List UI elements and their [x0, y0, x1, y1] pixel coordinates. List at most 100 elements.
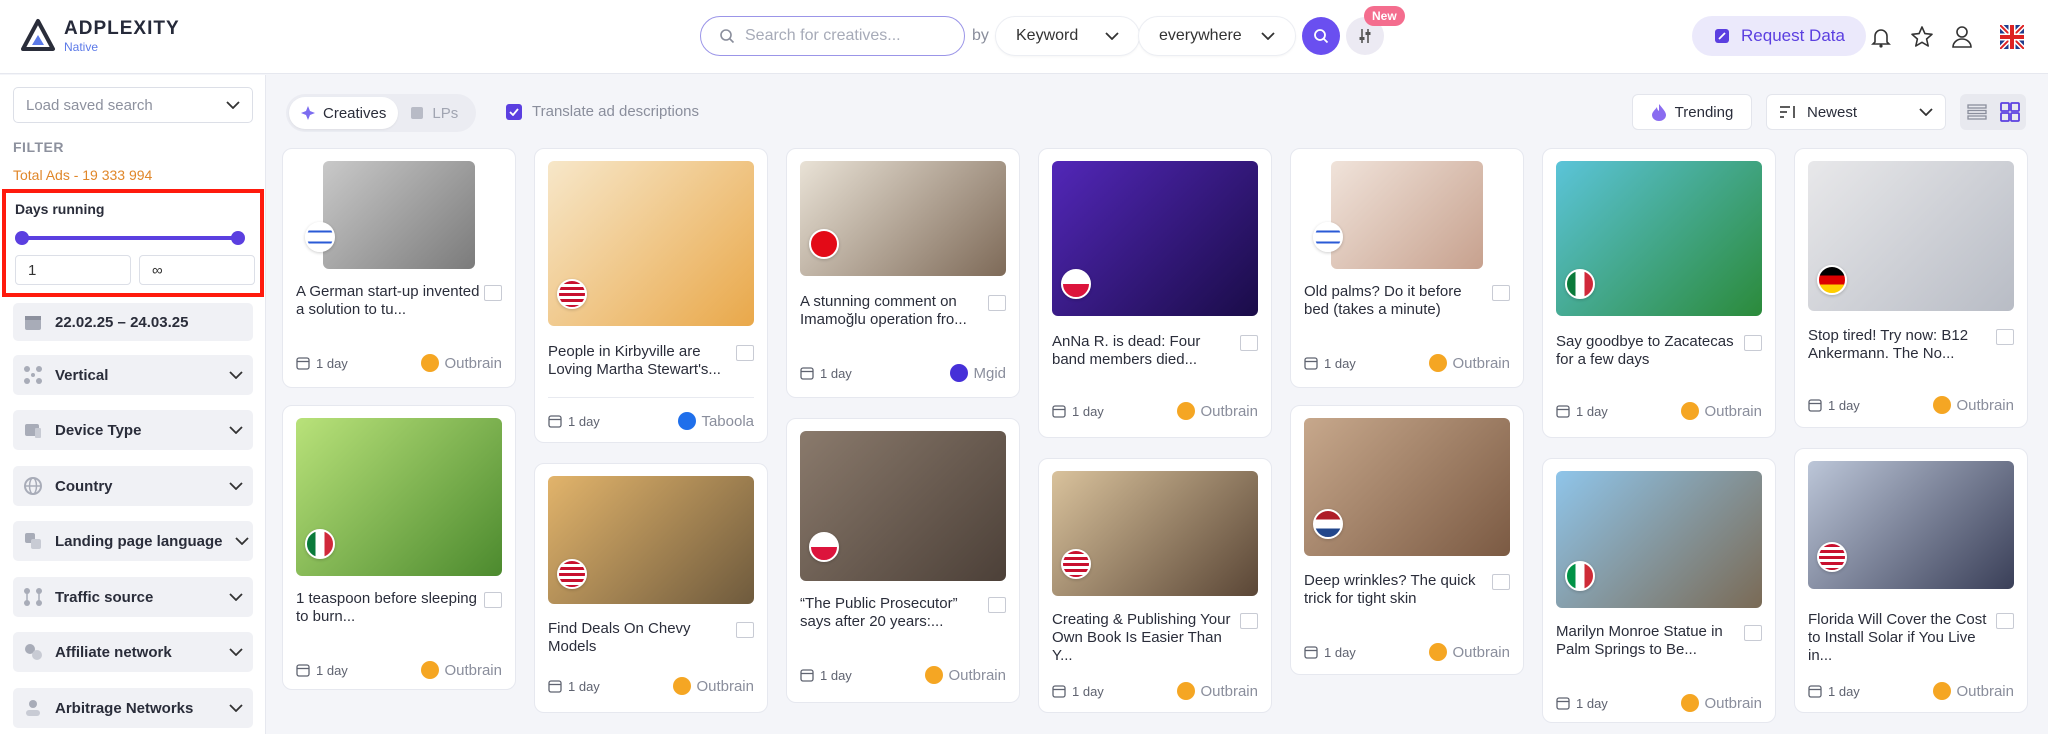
landing-preview-icon[interactable] — [1996, 613, 2014, 629]
traffic-network[interactable]: Outbrain — [1177, 682, 1258, 700]
creative-image[interactable] — [800, 161, 1006, 276]
trending-button[interactable]: Trending — [1632, 94, 1752, 130]
network-logo-icon — [673, 677, 692, 695]
creative-card[interactable]: AnNa R. is dead: Four band members died.… — [1038, 148, 1272, 438]
uk-flag-icon[interactable] — [1999, 24, 2025, 50]
traffic-network[interactable]: Outbrain — [1933, 396, 2014, 414]
traffic-network[interactable]: Mgid — [950, 364, 1006, 382]
landing-preview-icon[interactable] — [1492, 574, 1510, 590]
creative-card[interactable]: Marilyn Monroe Statue in Palm Springs to… — [1542, 458, 1776, 723]
traffic-network[interactable]: Outbrain — [925, 666, 1006, 684]
creative-card[interactable]: A German start-up invented a solution to… — [282, 148, 516, 388]
creative-card[interactable]: People in Kirbyville are Loving Martha S… — [534, 148, 768, 443]
landing-preview-icon[interactable] — [988, 295, 1006, 311]
creative-card[interactable]: Stop tired! Try now: B12 Ankermann. The … — [1794, 148, 2028, 428]
search-box[interactable] — [700, 16, 965, 56]
bell-icon[interactable] — [1868, 24, 1894, 50]
traffic-network[interactable]: Outbrain — [1681, 402, 1762, 420]
date-range-picker[interactable]: 22.02.25 – 24.03.25 — [13, 303, 253, 341]
filter-arbitrage-networks[interactable]: Arbitrage Networks — [13, 688, 253, 728]
page-icon — [411, 107, 424, 119]
landing-preview-icon[interactable] — [736, 622, 754, 638]
landing-preview-icon[interactable] — [736, 345, 754, 361]
search-button[interactable] — [1302, 17, 1340, 55]
load-saved-search-select[interactable]: Load saved search — [13, 87, 253, 123]
creative-card[interactable]: Old palms? Do it before bed (takes a min… — [1290, 148, 1524, 388]
traffic-network[interactable]: Outbrain — [1933, 682, 2014, 700]
network-logo-icon — [421, 661, 440, 679]
creative-card[interactable]: Florida Will Cover the Cost to Install S… — [1794, 448, 2028, 713]
flame-icon — [1651, 104, 1666, 121]
creative-image[interactable] — [1331, 161, 1483, 269]
chevron-down-icon — [229, 593, 243, 601]
creative-card[interactable]: “The Public Prosecutor” says after 20 ye… — [786, 418, 1020, 703]
filter-device-type[interactable]: Device Type — [13, 410, 253, 450]
creative-card[interactable]: Deep wrinkles? The quick trick for tight… — [1290, 405, 1524, 675]
list-view-button[interactable] — [1960, 94, 1993, 130]
filter-landing-page-language[interactable]: Landing page language — [13, 521, 253, 561]
sort-value: Newest — [1807, 103, 1858, 121]
slider-max-handle[interactable] — [231, 231, 245, 245]
search-field-select[interactable]: Keyword — [995, 16, 1140, 56]
landing-preview-icon[interactable] — [484, 592, 502, 608]
filter-affiliate-network[interactable]: Affiliate network — [13, 632, 253, 672]
card-footer: 1 day Outbrain — [1808, 393, 2014, 417]
card-footer: 1 day Outbrain — [1304, 351, 1510, 375]
days-running-meta: 1 day — [1556, 404, 1608, 419]
landing-preview-icon[interactable] — [1996, 329, 2014, 345]
landing-preview-icon[interactable] — [1240, 613, 1258, 629]
search-scope-select[interactable]: everywhere — [1138, 16, 1296, 56]
landing-preview-icon[interactable] — [1492, 285, 1510, 301]
creative-card[interactable]: Say goodbye to Zacatecas for a few days … — [1542, 148, 1776, 438]
translate-checkbox[interactable] — [506, 103, 522, 120]
request-data-button[interactable]: Request Data — [1692, 16, 1866, 56]
search-input[interactable] — [745, 27, 945, 45]
logo[interactable]: ADPLEXITY Native — [20, 18, 180, 54]
traffic-network[interactable]: Outbrain — [1681, 694, 1762, 712]
days-min-input[interactable]: 1 — [15, 255, 131, 285]
list-icon — [1966, 104, 1987, 120]
tab-lps[interactable]: LPs — [398, 97, 470, 129]
landing-preview-icon[interactable] — [484, 285, 502, 301]
filter-title: FILTER — [13, 139, 64, 155]
days-running-value: 1 day — [1576, 403, 1608, 419]
sort-select[interactable]: Newest — [1766, 94, 1946, 130]
grid-view-button[interactable] — [1993, 94, 2026, 130]
card-footer: 1 day Outbrain — [1052, 679, 1258, 703]
country-flag-icon — [305, 222, 335, 252]
traffic-network[interactable]: Outbrain — [421, 661, 502, 679]
user-icon[interactable] — [1949, 24, 1975, 50]
filter-vertical[interactable]: Vertical — [13, 355, 253, 395]
network-logo-icon — [1681, 694, 1700, 712]
traffic-network[interactable]: Taboola — [678, 412, 754, 430]
traffic-network[interactable]: Outbrain — [1429, 354, 1510, 372]
translate-toggle[interactable]: Translate ad descriptions — [506, 103, 699, 120]
network-name: Mgid — [973, 364, 1006, 382]
days-running-meta: 1 day — [1052, 684, 1104, 699]
country-flag-icon — [305, 529, 335, 559]
days-running-slider[interactable] — [15, 231, 245, 245]
network-logo-icon — [1681, 402, 1700, 420]
traffic-network[interactable]: Outbrain — [1177, 402, 1258, 420]
slider-min-handle[interactable] — [15, 231, 29, 245]
country-flag-icon — [557, 559, 587, 589]
landing-preview-icon[interactable] — [1744, 625, 1762, 641]
filter-traffic-source[interactable]: Traffic source — [13, 577, 253, 617]
traffic-network[interactable]: Outbrain — [1429, 643, 1510, 661]
calendar-icon — [800, 367, 814, 380]
star-icon[interactable] — [1909, 24, 1935, 50]
filter-country[interactable]: Country — [13, 466, 253, 506]
creative-card[interactable]: 1 teaspoon before sleeping to burn... 1 … — [282, 405, 516, 690]
creative-card[interactable]: A stunning comment on Imamoğlu operation… — [786, 148, 1020, 398]
creative-card[interactable]: Find Deals On Chevy Models 1 day Outbrai… — [534, 463, 768, 713]
check-icon — [509, 107, 519, 116]
tab-creatives[interactable]: Creatives — [289, 97, 399, 129]
creative-card[interactable]: Creating & Publishing Your Own Book Is E… — [1038, 458, 1272, 713]
days-max-input[interactable]: ∞ — [139, 255, 255, 285]
landing-preview-icon[interactable] — [1240, 335, 1258, 351]
landing-preview-icon[interactable] — [988, 597, 1006, 613]
traffic-network[interactable]: Outbrain — [421, 354, 502, 372]
creative-image[interactable] — [323, 161, 475, 269]
landing-preview-icon[interactable] — [1744, 335, 1762, 351]
traffic-network[interactable]: Outbrain — [673, 677, 754, 695]
